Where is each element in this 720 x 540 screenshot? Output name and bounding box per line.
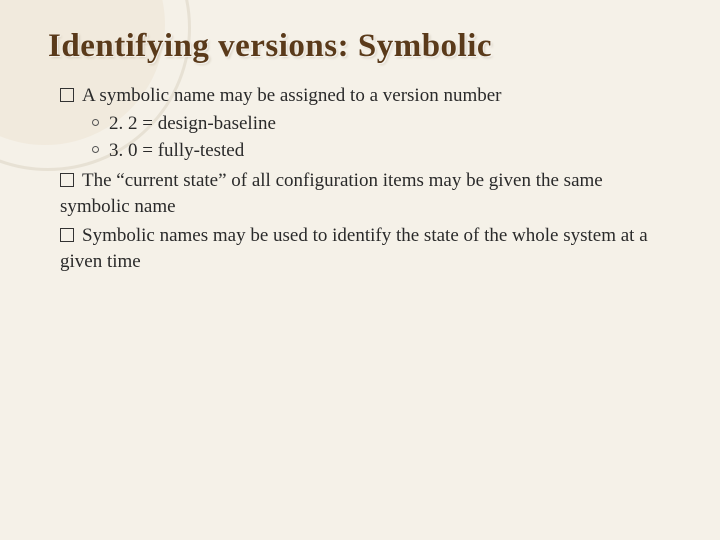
bullet-1-text: A symbolic name may be assigned to a ver… (82, 85, 502, 106)
sub-bullet-1b: 3. 0 = fully-tested (92, 138, 672, 164)
bullet-1: A symbolic name may be assigned to a ver… (60, 83, 672, 109)
slide-title: Identifying versions: Symbolic (48, 28, 672, 65)
circle-bullet-icon (92, 146, 99, 153)
slide-body: A symbolic name may be assigned to a ver… (48, 83, 672, 274)
sub-bullet-1b-text: 3. 0 = fully-tested (109, 140, 244, 161)
sub-bullet-1a: 2. 2 = design-baseline (92, 111, 672, 137)
bullet-2: The “current state” of all configuration… (60, 168, 672, 219)
sub-bullet-1a-text: 2. 2 = design-baseline (109, 113, 276, 134)
bullet-3: Symbolic names may be used to identify t… (60, 223, 672, 274)
bullet-3-text: Symbolic names may be used to identify t… (60, 225, 648, 272)
square-bullet-icon (60, 228, 74, 242)
square-bullet-icon (60, 173, 74, 187)
slide-content: Identifying versions: Symbolic A symboli… (0, 0, 720, 274)
circle-bullet-icon (92, 119, 99, 126)
bullet-2-text: The “current state” of all configuration… (60, 170, 603, 217)
square-bullet-icon (60, 88, 74, 102)
